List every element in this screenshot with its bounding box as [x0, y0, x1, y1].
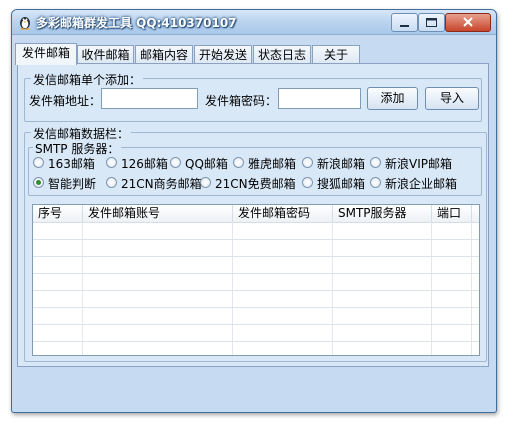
column-header-smtp[interactable]: SMTP服务器 [333, 205, 432, 222]
smtp-option-label: 21CN商务邮箱 [121, 177, 202, 191]
close-icon [463, 17, 473, 27]
window-title: 多彩邮箱群发工具 QQ:410370107 [36, 16, 237, 30]
smtp-group: SMTP 服务器： 163邮箱 126邮箱 QQ邮箱 雅虎邮箱 新浪邮箱 新浪V… [28, 140, 482, 196]
table-row[interactable] [33, 325, 479, 342]
sender-password-label: 发件箱密码： [205, 94, 278, 108]
table-row[interactable] [33, 257, 479, 274]
sender-address-input[interactable] [101, 88, 198, 109]
single-add-group: 发信邮箱单个添加： 发件箱地址： 发件箱密码： 添加 导入 [24, 71, 482, 122]
column-header-index[interactable]: 序号 [33, 205, 83, 222]
smtp-option-label: 21CN免费邮箱 [215, 177, 296, 191]
table-row[interactable] [33, 274, 479, 291]
column-header-port[interactable]: 端口 [432, 205, 472, 222]
table-header: 序号 发件邮箱账号 发件邮箱密码 SMTP服务器 端口 [33, 205, 479, 223]
sender-address-label: 发件箱地址： [29, 94, 102, 108]
minimize-icon [400, 25, 409, 27]
close-button[interactable] [445, 13, 491, 32]
smtp-option-label: 126邮箱 [121, 157, 168, 171]
radio-icon [233, 157, 244, 168]
sender-table[interactable]: 序号 发件邮箱账号 发件邮箱密码 SMTP服务器 端口 [32, 204, 480, 356]
smtp-option-label: 新浪邮箱 [317, 157, 366, 171]
radio-icon [33, 157, 44, 168]
tab-recipient-mailbox[interactable]: 收件邮箱 [77, 45, 134, 64]
radio-icon [302, 177, 313, 188]
radio-icon [370, 177, 381, 188]
smtp-option-label: 新浪VIP邮箱 [385, 157, 452, 171]
table-row[interactable] [33, 223, 479, 240]
title-bar[interactable]: 多彩邮箱群发工具 QQ:410370107 [12, 10, 496, 35]
app-window: 多彩邮箱群发工具 QQ:410370107 发件邮箱 收件邮箱 邮箱内容 开始发… [11, 9, 497, 413]
column-header-account[interactable]: 发件邮箱账号 [83, 205, 233, 222]
radio-icon [106, 177, 117, 188]
sender-password-input[interactable] [278, 88, 361, 109]
table-row[interactable] [33, 291, 479, 308]
table-row[interactable] [33, 240, 479, 257]
radio-icon [170, 157, 181, 168]
maximize-button[interactable] [418, 13, 445, 32]
column-header-password[interactable]: 发件邮箱密码 [233, 205, 333, 222]
maximize-icon [426, 18, 437, 27]
tab-start-sending[interactable]: 开始发送 [194, 45, 252, 64]
tab-mail-content[interactable]: 邮箱内容 [135, 45, 193, 64]
smtp-option-label: 新浪企业邮箱 [385, 177, 458, 191]
tab-sender-mailbox[interactable]: 发件邮箱 [15, 43, 77, 65]
import-button[interactable]: 导入 [425, 87, 479, 110]
single-add-legend: 发信邮箱单个添加： [31, 71, 144, 88]
smtp-option-label: 搜狐邮箱 [317, 177, 366, 191]
tab-about[interactable]: 关于 [312, 45, 360, 64]
tab-status-log[interactable]: 状态日志 [253, 45, 311, 64]
radio-icon [200, 177, 211, 188]
add-button[interactable]: 添加 [367, 87, 418, 110]
radio-icon [370, 157, 381, 168]
smtp-option-label: QQ邮箱 [185, 157, 228, 171]
penguin-icon [20, 17, 30, 30]
smtp-option-label: 163邮箱 [48, 157, 95, 171]
smtp-option-label: 雅虎邮箱 [248, 157, 297, 171]
minimize-button[interactable] [391, 13, 418, 32]
radio-icon [106, 157, 117, 168]
radio-icon [302, 157, 313, 168]
table-row[interactable] [33, 308, 479, 325]
radio-selected-icon [33, 177, 44, 188]
smtp-option-label: 智能判断 [48, 177, 97, 191]
